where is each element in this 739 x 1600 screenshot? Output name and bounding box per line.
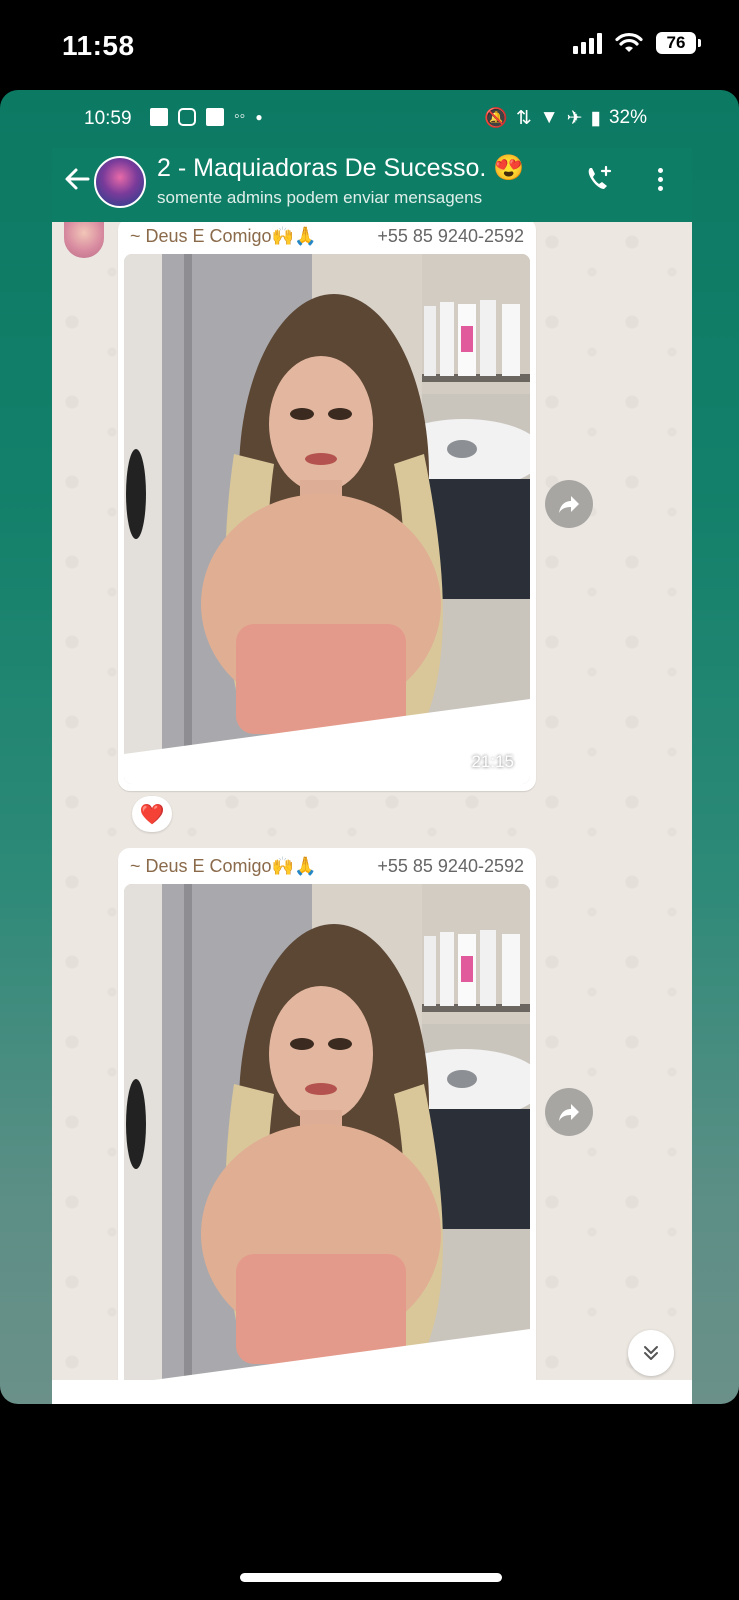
android-status-bar: 10:59 ◦◦ ● 🔕 ⇅ ▼ ✈ ▮ 32% [0,90,739,146]
message-header: ~ Deus E Comigo🙌🙏 +55 85 9240-2592 [118,222,536,254]
back-arrow-icon[interactable] [64,166,90,198]
add-call-icon[interactable] [584,164,614,194]
more-notifications-dot-icon: ● [255,110,263,124]
double-chevron-down-icon [644,1346,658,1360]
forward-button[interactable] [545,1088,593,1136]
sender-name[interactable]: ~ Deus E Comigo🙌🙏 [130,856,316,877]
heart-reaction[interactable]: ❤️ [132,796,172,832]
notification-icons: ◦◦ ● [150,108,263,126]
message-time: 21:15 [471,752,514,771]
ios-status-bar: 11:58 76 [0,0,739,90]
wifi-icon [615,32,643,52]
airplane-icon: ✈ [566,107,583,129]
ios-status-icons: 76 [573,32,701,54]
more-options-icon[interactable] [658,168,664,195]
scroll-to-bottom-button[interactable] [628,1330,674,1376]
battery-level: 76 [656,32,696,54]
chat-area[interactable]: ~ Deus E Comigo🙌🙏 +55 85 9240-2592 21:15… [52,222,692,1404]
sender-phone: +55 85 9240-2592 [377,226,524,246]
data-arrows-icon: ⇅ [515,107,532,129]
instagram-icon [178,108,196,126]
message-photo[interactable] [124,884,530,1404]
sender-name[interactable]: ~ Deus E Comigo🙌🙏 [130,226,316,247]
android-battery-icon: ▮ [590,107,601,129]
forward-button[interactable] [545,480,593,528]
group-subtitle: somente admins podem enviar mensagens [157,188,483,207]
battery-icon: 76 [656,32,701,54]
gallery-icon [150,108,168,126]
android-wifi-icon: ▼ [539,107,559,128]
voicemail-icon: ◦◦ [234,108,246,125]
android-system-icons: 🔕 ⇅ ▼ ✈ ▮ 32% [484,106,647,130]
message-header: ~ Deus E Comigo🙌🙏 +55 85 9240-2592 [118,848,536,884]
cellular-signal-icon [573,32,602,54]
home-indicator[interactable] [240,1573,502,1582]
message-photo[interactable]: 21:15 [124,254,530,784]
ios-clock: 11:58 [62,30,135,61]
group-title[interactable]: 2 - Maquiadoras De Sucesso. 😍 [157,154,524,183]
screenshot-frame: 10:59 ◦◦ ● 🔕 ⇅ ▼ ✈ ▮ 32% 2 - Maquiadoras… [0,90,739,1404]
reaction-emoji: ❤️ [139,803,165,826]
group-avatar[interactable] [94,156,146,208]
android-battery-level: 32% [608,107,647,128]
sender-phone: +55 85 9240-2592 [377,856,524,876]
android-clock: 10:59 [84,108,132,129]
image-message-bubble[interactable]: ~ Deus E Comigo🙌🙏 +55 85 9240-2592 [118,222,536,791]
square-notification-icon [206,108,224,126]
bottom-bar [52,1380,692,1404]
chat-header: 2 - Maquiadoras De Sucesso. 😍 somente ad… [52,148,692,222]
image-message-bubble[interactable]: ~ Deus E Comigo🙌🙏 +55 85 9240-2592 [118,848,536,1404]
mute-icon: 🔕 [484,108,508,129]
